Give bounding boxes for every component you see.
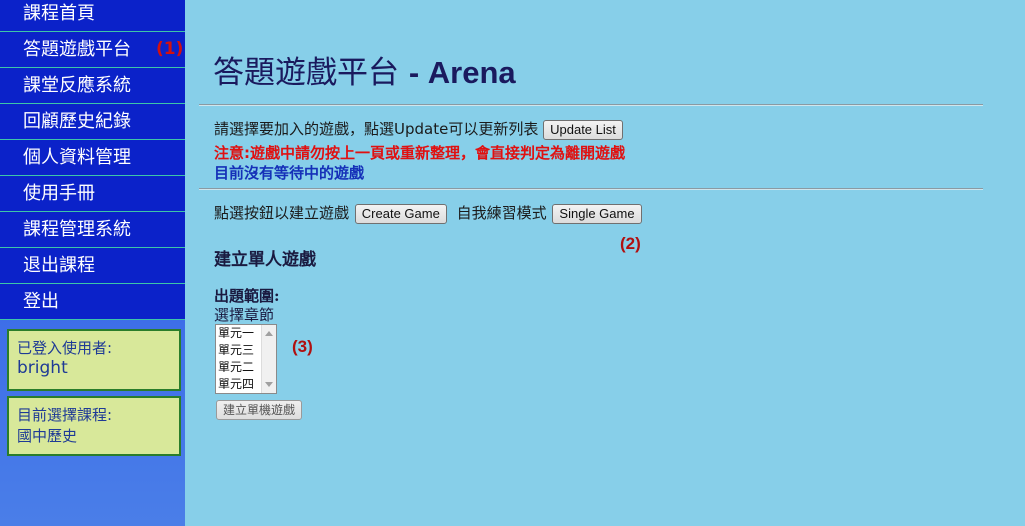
sidebar-nav: 課程首頁 答題遊戲平台 (1) 課堂反應系統 回顧歷史紀錄 個人資料管理 使用手冊… — [0, 0, 185, 320]
page-title-en: - Arena — [408, 55, 516, 90]
sidebar-item-exit-course[interactable]: 退出課程 — [0, 248, 185, 284]
annotation-marker-1: (1) — [156, 39, 184, 59]
sidebar-item-label: 退出課程 — [23, 255, 95, 276]
sidebar-item-label: 課程首頁 — [23, 3, 95, 24]
sidebar-item-label: 登出 — [23, 291, 59, 312]
warning-text: 注意:遊戲中請勿按上一頁或重新整理，會直接判定為離開遊戲 — [214, 144, 626, 162]
logged-in-user-label: 已登入使用者: — [17, 339, 113, 357]
sidebar-item-course-home[interactable]: 課程首頁 — [0, 0, 185, 32]
sidebar-item-course-management[interactable]: 課程管理系統 — [0, 212, 185, 248]
sidebar-item-classroom-response[interactable]: 課堂反應系統 — [0, 68, 185, 104]
update-list-button[interactable]: Update List — [543, 119, 623, 140]
chapter-option[interactable]: 單元二 — [216, 359, 262, 376]
sidebar-item-label: 課程管理系統 — [23, 219, 131, 240]
scroll-up-arrow-icon[interactable] — [265, 331, 273, 336]
single-game-section-title: 建立單人遊戲 — [214, 250, 316, 270]
scroll-down-arrow-icon[interactable] — [265, 382, 273, 387]
chapter-option[interactable]: 單元三 — [216, 342, 262, 359]
sidebar-item-profile-management[interactable]: 個人資料管理 — [0, 140, 185, 176]
main-content: 答題遊戲平台 - Arena 請選擇要加入的遊戲，點選Update可以更新列表 … — [186, 0, 1025, 526]
single-game-button[interactable]: Single Game — [552, 203, 642, 224]
sidebar-item-label: 回顧歷史紀錄 — [23, 111, 131, 132]
chapter-listbox-scrollbar[interactable] — [261, 325, 276, 393]
page-title: 答題遊戲平台 - Arena — [213, 47, 516, 92]
divider — [199, 104, 983, 106]
sidebar-item-history-records[interactable]: 回顧歷史紀錄 — [0, 104, 185, 140]
create-game-row: 點選按鈕以建立遊戲 Create Game 自我練習模式 Single Game — [214, 202, 642, 224]
chapter-select-label: 選擇章節 — [214, 306, 275, 324]
page-title-zh: 答題遊戲平台 — [213, 55, 399, 91]
sidebar-item-label: 課堂反應系統 — [23, 75, 131, 96]
create-game-button[interactable]: Create Game — [354, 203, 447, 224]
divider — [199, 188, 983, 190]
chapter-option[interactable]: 單元四 — [216, 376, 262, 393]
sidebar-item-user-manual[interactable]: 使用手冊 — [0, 176, 185, 212]
selected-course-name: 國中歷史 — [17, 427, 78, 445]
annotation-marker-3: (3) — [292, 337, 313, 356]
join-game-instruction: 請選擇要加入的遊戲，點選Update可以更新列表 — [214, 120, 539, 138]
self-practice-label: 自我練習模式 — [456, 204, 547, 222]
selected-course-box: 目前選擇課程: 國中歷史 — [7, 396, 181, 456]
sidebar-item-quiz-game-platform[interactable]: 答題遊戲平台 (1) — [0, 32, 185, 68]
chapter-listbox[interactable]: 單元一 單元三 單元二 單元四 — [215, 324, 277, 394]
logged-in-user-name: bright — [17, 358, 68, 378]
sidebar-item-label: 使用手冊 — [23, 183, 95, 204]
sidebar-item-label: 個人資料管理 — [23, 147, 131, 168]
join-game-row: 請選擇要加入的遊戲，點選Update可以更新列表 Update List — [214, 118, 623, 140]
create-game-prompt: 點選按鈕以建立遊戲 — [214, 204, 350, 222]
chapter-option[interactable]: 單元一 — [216, 325, 262, 342]
selected-course-label: 目前選擇課程: — [17, 406, 113, 424]
waiting-games-status: 目前沒有等待中的遊戲 — [214, 164, 365, 182]
sidebar-item-logout[interactable]: 登出 — [0, 284, 185, 320]
question-scope-label: 出題範圍: — [214, 287, 280, 305]
annotation-marker-2: (2) — [620, 234, 641, 253]
sidebar-item-label: 答題遊戲平台 — [23, 39, 131, 60]
logged-in-user-box: 已登入使用者: bright — [7, 329, 181, 391]
create-single-game-button[interactable]: 建立單機遊戲 — [216, 400, 303, 420]
sidebar: 課程首頁 答題遊戲平台 (1) 課堂反應系統 回顧歷史紀錄 個人資料管理 使用手冊… — [0, 0, 185, 526]
